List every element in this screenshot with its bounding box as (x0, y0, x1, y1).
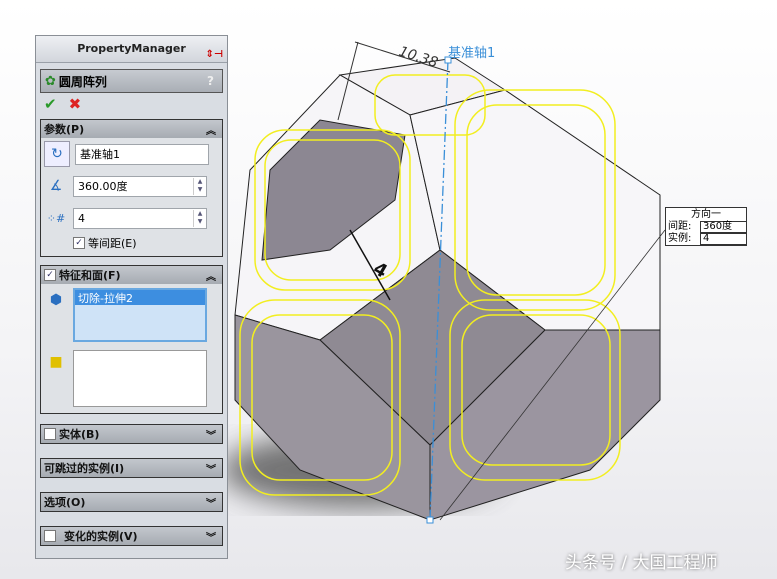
collapse-icon[interactable]: ︽ (206, 268, 216, 283)
feature-title: 圆周阵列 (58, 74, 107, 89)
expand-icon[interactable]: ︾ (206, 461, 216, 476)
pattern-callout[interactable]: 方向一 间距: 360度 实例: 4 (665, 207, 747, 246)
watermark: 头条号 / 大国工程师 (565, 553, 718, 573)
pin-icon[interactable]: ⇕⊣ (205, 42, 223, 68)
angle-value: 360.00度 (78, 180, 128, 193)
features-section: ✓ 特征和面(F) ︽ ⬢ 切除-拉伸2 ■ (40, 265, 223, 414)
instances-label: 实例: (668, 233, 692, 244)
collapse-icon[interactable]: ︽ (206, 122, 216, 137)
instances-value[interactable]: 4 (700, 233, 746, 245)
equal-spacing-checkbox[interactable]: ✓ 等间距(E) (41, 234, 222, 256)
equal-spacing-label: 等间距(E) (88, 237, 137, 250)
features-header[interactable]: ✓ 特征和面(F) ︽ (41, 266, 222, 284)
axis-field[interactable]: 基准轴1 (75, 143, 209, 165)
angle-icon: ∡ (49, 178, 63, 194)
axis-value: 基准轴1 (80, 148, 120, 161)
axis-label: 基准轴1 (448, 46, 495, 61)
bodies-section[interactable]: 实体(B) ︾ (40, 424, 223, 444)
list-item[interactable]: 切除-拉伸2 (75, 290, 205, 305)
section-title: 实体(B) (59, 428, 100, 441)
expand-icon[interactable]: ︾ (206, 427, 216, 442)
instances-field[interactable]: 4 ▲ ▼ (73, 207, 207, 229)
section-title: 参数(P) (44, 123, 85, 136)
pm-title-bar: PropertyManager ⇕⊣ (36, 36, 227, 63)
expand-icon[interactable]: ︾ (206, 529, 216, 544)
spacing-value[interactable]: 360度 (700, 221, 746, 233)
feature-header: ✿ 圆周阵列? (40, 69, 223, 93)
params-section: 参数(P) ︽ ↻ 基准轴1 ∡ 360.00度 ▲ ▼ ⁘# 4 ▲ ▼ ✓ 等间距(E) (40, 119, 223, 257)
section-title: 特征和面(F) (59, 269, 121, 282)
property-manager: PropertyManager ⇕⊣ ✿ 圆周阵列? ✔ ✖ 参数(P) ︽ ↻ 基准轴1… (35, 35, 228, 559)
params-header[interactable]: 参数(P) ︽ (41, 120, 222, 138)
features-list[interactable]: 切除-拉伸2 (73, 288, 207, 342)
angle-field[interactable]: 360.00度 ▲ ▼ (73, 175, 207, 197)
cancel-button[interactable]: ✖ (69, 95, 82, 113)
section-title: 可跳过的实例(I) (44, 462, 125, 475)
help-button[interactable]: ? (207, 74, 214, 88)
count-value: 4 (78, 211, 85, 225)
options-section[interactable]: 选项(O) ︾ (40, 492, 223, 512)
faces-list[interactable] (73, 350, 207, 407)
angle-spinner[interactable]: ▲ ▼ (193, 177, 206, 195)
section-title: 变化的实例(V) (64, 530, 138, 543)
ok-button[interactable]: ✔ (44, 95, 57, 113)
faces-icon: ■ (49, 354, 63, 370)
varied-instances-section[interactable]: 变化的实例(V) ︾ (40, 526, 223, 546)
model-body[interactable] (234, 57, 661, 521)
section-title: 选项(O) (44, 496, 86, 509)
skip-instances-section[interactable]: 可跳过的实例(I) ︾ (40, 458, 223, 478)
circular-pattern-icon: ✿ (45, 73, 56, 89)
pm-title: PropertyManager (77, 42, 186, 55)
reverse-direction-icon[interactable]: ↻ (44, 141, 70, 167)
count-spinner[interactable]: ▲ ▼ (193, 209, 206, 227)
spacing-label: 间距: (668, 221, 692, 232)
callout-title: 方向一 (691, 209, 721, 220)
instances-icon: ⁘# (46, 211, 66, 225)
features-icon: ⬢ (49, 292, 63, 308)
expand-icon[interactable]: ︾ (206, 495, 216, 510)
